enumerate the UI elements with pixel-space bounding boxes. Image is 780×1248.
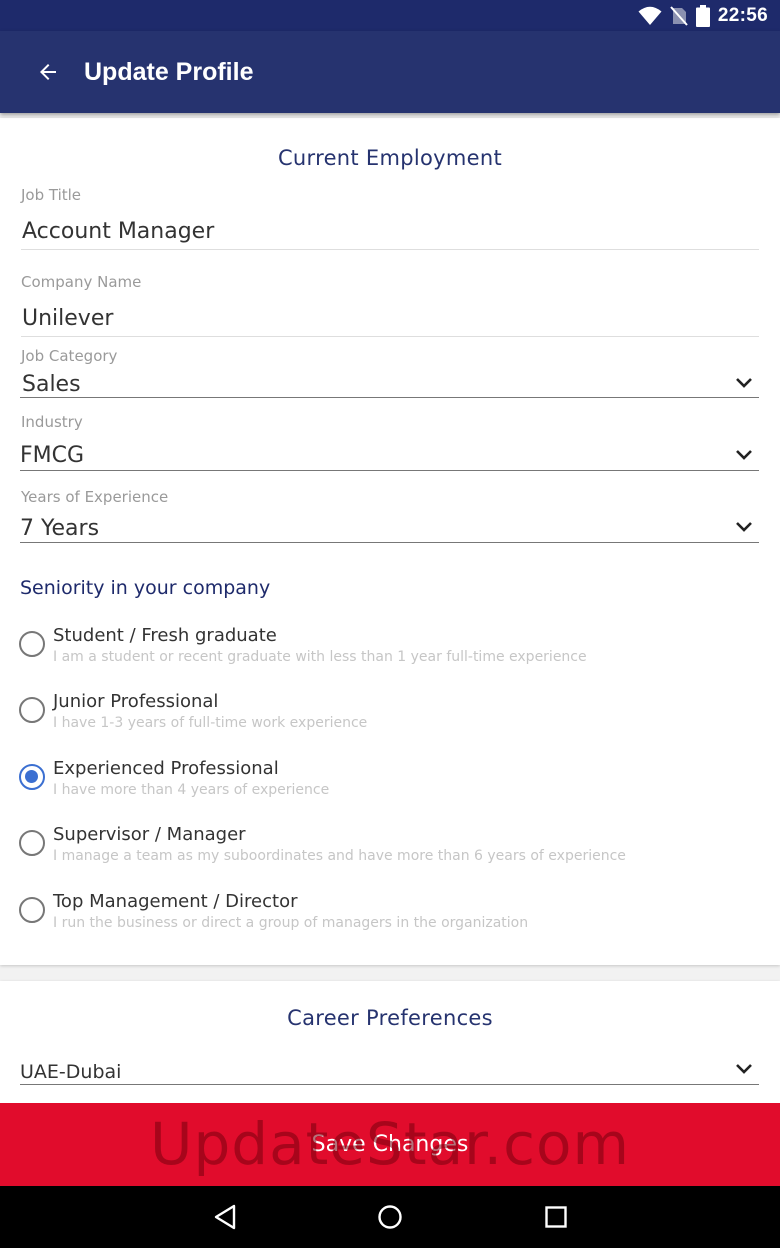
years-experience-select[interactable]: 7 Years [20, 516, 99, 541]
radio-button[interactable] [19, 631, 45, 657]
seniority-option-top-management[interactable]: Top Management / Director I run the busi… [0, 891, 780, 949]
years-experience-chevron-down-icon[interactable] [735, 521, 753, 533]
company-name-input[interactable]: Unilever [22, 306, 113, 331]
years-experience-underline [20, 542, 759, 543]
nav-home-button[interactable] [374, 1201, 406, 1233]
app-bar: Update Profile [0, 31, 780, 113]
save-changes-button[interactable]: Save Changes [0, 1103, 780, 1186]
seniority-option-student[interactable]: Student / Fresh graduate I am a student … [0, 625, 780, 683]
option-description: I am a student or recent graduate with l… [53, 649, 587, 665]
status-time: 22:56 [717, 4, 768, 26]
radio-button[interactable] [19, 697, 45, 723]
option-description: I have 1-3 years of full-time work exper… [53, 715, 368, 731]
square-recents-icon [545, 1206, 567, 1228]
seniority-option-experienced[interactable]: Experienced Professional I have more tha… [0, 758, 780, 816]
seniority-option-junior[interactable]: Junior Professional I have 1-3 years of … [0, 691, 780, 749]
seniority-title: Seniority in your company [20, 577, 271, 599]
industry-chevron-down-icon[interactable] [735, 449, 753, 461]
job-category-select[interactable]: Sales [22, 372, 81, 397]
save-changes-label: Save Changes [311, 1132, 469, 1157]
industry-select[interactable]: FMCG [20, 443, 84, 468]
status-bar: 22:56 [0, 0, 780, 31]
battery-icon [695, 4, 710, 27]
option-title: Top Management / Director [53, 891, 298, 912]
location-chevron-down-icon[interactable] [735, 1063, 753, 1075]
radio-button-selected[interactable] [19, 764, 45, 790]
job-category-chevron-down-icon[interactable] [735, 377, 753, 389]
option-description: I run the business or direct a group of … [53, 915, 529, 931]
industry-underline [20, 470, 759, 471]
location-select[interactable]: UAE-Dubai [20, 1061, 121, 1083]
radio-button[interactable] [19, 897, 45, 923]
triangle-back-icon [214, 1204, 236, 1230]
nav-back-button[interactable] [209, 1201, 241, 1233]
option-title: Supervisor / Manager [53, 824, 246, 845]
back-button[interactable] [24, 48, 72, 96]
wifi-icon [638, 6, 662, 25]
circle-home-icon [378, 1205, 402, 1229]
arrow-back-icon [40, 64, 56, 80]
option-title: Student / Fresh graduate [53, 625, 277, 646]
option-description: I manage a team as my suboordinates and … [53, 848, 626, 864]
employment-card: Current Employment Job Title Account Man… [0, 118, 780, 965]
industry-label: Industry [21, 413, 83, 431]
company-name-label: Company Name [21, 273, 142, 291]
nav-recents-button[interactable] [540, 1201, 572, 1233]
navigation-bar [0, 1186, 780, 1248]
years-experience-label: Years of Experience [21, 488, 169, 506]
option-title: Junior Professional [53, 691, 219, 712]
employment-section-title: Current Employment [277, 146, 503, 170]
job-title-underline [21, 249, 759, 250]
job-category-underline [20, 397, 759, 398]
career-card: Career Preferences UAE-Dubai [0, 981, 780, 1121]
job-title-input[interactable]: Account Manager [22, 219, 214, 244]
company-name-underline [21, 336, 759, 337]
location-underline [20, 1084, 759, 1085]
option-title: Experienced Professional [53, 758, 279, 779]
option-description: I have more than 4 years of experience [53, 782, 330, 798]
no-sim-icon [670, 5, 688, 26]
radio-button[interactable] [19, 830, 45, 856]
job-category-label: Job Category [21, 347, 118, 365]
career-section-title: Career Preferences [287, 1006, 493, 1030]
seniority-option-supervisor[interactable]: Supervisor / Manager I manage a team as … [0, 824, 780, 882]
job-title-label: Job Title [21, 186, 82, 204]
page-title: Update Profile [84, 57, 254, 86]
